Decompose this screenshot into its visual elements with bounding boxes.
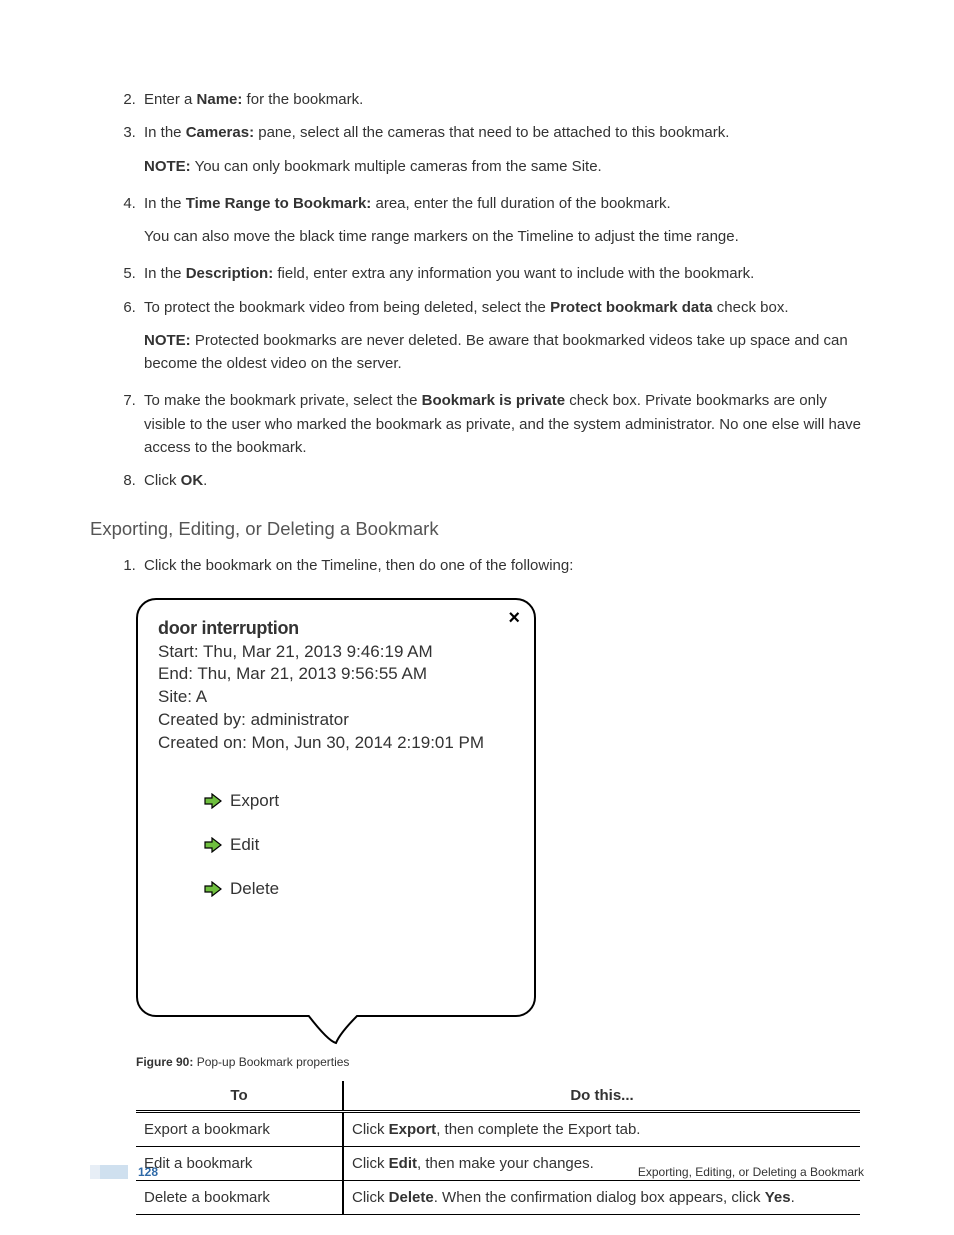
step-note: NOTE: Protected bookmarks are never dele… xyxy=(144,329,864,376)
step-bold: OK xyxy=(181,472,204,489)
bookmark-popup: × door interruption Start: Thu, Mar 21, … xyxy=(136,598,536,1018)
note-label: NOTE: xyxy=(144,158,191,175)
actions-table: To Do this... Export a bookmark Click Ex… xyxy=(136,1081,860,1215)
step-bold: Description: xyxy=(186,265,274,282)
figure-caption: Figure 90: Pop-up Bookmark properties xyxy=(136,1055,864,1069)
popup-actions: Export Edit Delete xyxy=(158,791,514,899)
arrow-right-icon xyxy=(204,837,222,853)
speech-bubble-tail-icon xyxy=(136,1017,536,1047)
popup-action-label: Edit xyxy=(230,835,259,855)
step-suffix: area, enter the full duration of the boo… xyxy=(371,195,670,212)
figure-text: Pop-up Bookmark properties xyxy=(193,1055,349,1069)
step-extra: You can also move the black time range m… xyxy=(144,225,864,248)
step-text: Click xyxy=(144,472,181,489)
table-header-to: To xyxy=(136,1081,343,1112)
step-bold: Name: xyxy=(197,91,243,108)
note-text: Protected bookmarks are never deleted. B… xyxy=(144,332,848,372)
table-cell-do: Click Export, then complete the Export t… xyxy=(343,1112,860,1147)
popup-end: End: Thu, Mar 21, 2013 9:56:55 AM xyxy=(158,663,514,686)
step-text: In the xyxy=(144,124,186,141)
page-number: 128 xyxy=(138,1165,158,1179)
close-icon[interactable]: × xyxy=(508,608,520,628)
popup-action-label: Export xyxy=(230,791,279,811)
step-2: Enter a Name: for the bookmark. xyxy=(140,88,864,111)
page-decor-icon xyxy=(90,1165,128,1179)
section-heading: Exporting, Editing, or Deleting a Bookma… xyxy=(90,518,864,540)
popup-created-on: Created on: Mon, Jun 30, 2014 2:19:01 PM xyxy=(158,732,514,755)
popup-action-label: Delete xyxy=(230,879,279,899)
page-footer: 128 Exporting, Editing, or Deleting a Bo… xyxy=(0,1165,954,1179)
popup-title: door interruption xyxy=(158,618,514,639)
figure-label: Figure 90: xyxy=(136,1055,193,1069)
step-note: NOTE: You can only bookmark multiple cam… xyxy=(144,155,864,178)
step-bold: Time Range to Bookmark: xyxy=(186,195,372,212)
step-suffix: check box. xyxy=(713,299,789,316)
arrow-right-icon xyxy=(204,793,222,809)
step-text: To protect the bookmark video from being… xyxy=(144,299,550,316)
table-cell-to: Delete a bookmark xyxy=(136,1181,343,1215)
step-bold: Bookmark is private xyxy=(422,392,565,409)
step-suffix: field, enter extra any information you w… xyxy=(273,265,754,282)
step-text: To make the bookmark private, select the xyxy=(144,392,422,409)
step-4: In the Time Range to Bookmark: area, ent… xyxy=(140,192,864,249)
step-8: Click OK. xyxy=(140,469,864,492)
popup-site: Site: A xyxy=(158,686,514,709)
step-3: In the Cameras: pane, select all the cam… xyxy=(140,121,864,178)
popup-start: Start: Thu, Mar 21, 2013 9:46:19 AM xyxy=(158,641,514,664)
step-suffix: pane, select all the cameras that need t… xyxy=(254,124,729,141)
popup-delete-link[interactable]: Delete xyxy=(204,879,514,899)
step-text: In the xyxy=(144,265,186,282)
note-text: You can only bookmark multiple cameras f… xyxy=(191,158,602,175)
popup-export-link[interactable]: Export xyxy=(204,791,514,811)
bookmark-popup-figure: × door interruption Start: Thu, Mar 21, … xyxy=(136,598,864,1048)
step-7: To make the bookmark private, select the… xyxy=(140,389,864,459)
step-suffix: . xyxy=(203,472,207,489)
arrow-right-icon xyxy=(204,881,222,897)
sub-step-1: Click the bookmark on the Timeline, then… xyxy=(140,554,864,577)
step-6: To protect the bookmark video from being… xyxy=(140,296,864,376)
table-row: Delete a bookmark Click Delete. When the… xyxy=(136,1181,860,1215)
table-row: Export a bookmark Click Export, then com… xyxy=(136,1112,860,1147)
table-cell-do: Click Delete. When the confirmation dial… xyxy=(343,1181,860,1215)
procedure-steps: Enter a Name: for the bookmark. In the C… xyxy=(90,88,864,492)
table-cell-to: Export a bookmark xyxy=(136,1112,343,1147)
step-5: In the Description: field, enter extra a… xyxy=(140,262,864,285)
popup-created-by: Created by: administrator xyxy=(158,709,514,732)
step-suffix: for the bookmark. xyxy=(242,91,363,108)
step-text: In the xyxy=(144,195,186,212)
step-bold: Cameras: xyxy=(186,124,254,141)
footer-left: 128 xyxy=(90,1165,158,1179)
sub-steps: Click the bookmark on the Timeline, then… xyxy=(90,554,864,577)
note-label: NOTE: xyxy=(144,332,191,349)
step-bold: Protect bookmark data xyxy=(550,299,713,316)
popup-edit-link[interactable]: Edit xyxy=(204,835,514,855)
table-header-do: Do this... xyxy=(343,1081,860,1112)
step-text: Enter a xyxy=(144,91,197,108)
footer-topic: Exporting, Editing, or Deleting a Bookma… xyxy=(638,1165,864,1179)
